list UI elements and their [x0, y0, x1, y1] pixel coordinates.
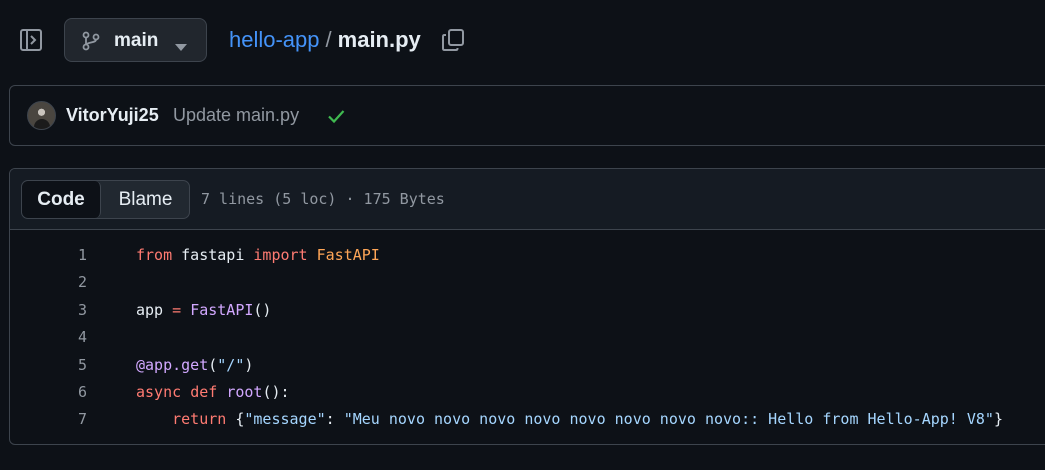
commit-message-link[interactable]: Update main.py	[173, 105, 299, 126]
code-token: "Meu novo novo novo novo novo novo novo …	[343, 410, 994, 429]
breadcrumb-repo-link[interactable]: hello-app	[229, 27, 320, 52]
file-header: Code Blame 7 lines (5 loc) · 175 Bytes	[10, 169, 1045, 230]
file-viewer: Code Blame 7 lines (5 loc) · 175 Bytes 1…	[9, 168, 1045, 445]
code-view[interactable]: 1 from fastapi import FastAPI 2 3 app = Fast…	[10, 230, 1045, 434]
code-token: :	[325, 410, 344, 429]
branch-selector-button[interactable]: main	[64, 18, 207, 62]
copy-icon[interactable]	[441, 28, 465, 52]
code-line: 1 from fastapi import FastAPI	[10, 242, 1045, 269]
code-token: async	[136, 382, 182, 401]
tab-blame[interactable]: Blame	[101, 181, 189, 218]
line-number[interactable]: 5	[10, 352, 87, 379]
code-line: 6 async def root():	[10, 379, 1045, 406]
code-token: from	[136, 246, 173, 264]
git-branch-icon	[82, 31, 100, 51]
breadcrumb-file-name: main.py	[337, 27, 421, 52]
code-token: FastAPI	[190, 300, 254, 319]
code-token: ():	[262, 382, 290, 401]
code-token: }	[993, 410, 1003, 429]
view-mode-toggle: Code Blame	[21, 180, 190, 219]
line-number[interactable]: 3	[10, 297, 87, 324]
code-line: 5 @app.get("/")	[10, 352, 1045, 379]
tab-code[interactable]: Code	[22, 181, 101, 218]
code-line: 7 return {"message": "Meu novo novo novo…	[10, 406, 1045, 433]
avatar[interactable]	[27, 101, 56, 130]
line-number[interactable]: 1	[10, 242, 87, 269]
line-number[interactable]: 4	[10, 324, 87, 351]
latest-commit-bar: VitorYuji25 Update main.py	[9, 85, 1045, 146]
line-number[interactable]: 7	[10, 406, 87, 433]
branch-name: main	[114, 30, 159, 51]
line-code: app = FastAPI()	[136, 297, 271, 324]
code-token: )	[244, 355, 254, 374]
code-token: return	[172, 410, 227, 429]
file-info: 7 lines (5 loc) · 175 Bytes	[201, 190, 445, 208]
line-code: from fastapi import FastAPI	[136, 242, 380, 269]
code-token: root	[226, 382, 263, 401]
line-code: @app.get("/")	[136, 352, 253, 379]
file-navigation-bar: main hello-app / main.py	[0, 0, 1045, 80]
line-number[interactable]: 6	[10, 379, 87, 406]
breadcrumb: hello-app / main.py	[229, 27, 421, 53]
commit-author-link[interactable]: VitorYuji25	[66, 105, 159, 126]
code-token: def	[190, 382, 218, 401]
code-token: "/"	[217, 355, 245, 374]
code-token: =	[172, 300, 182, 319]
code-token: ()	[253, 300, 272, 319]
code-line: 2	[10, 269, 1045, 296]
code-token: @app.get	[136, 355, 209, 374]
code-token: fastapi	[172, 246, 254, 264]
code-line: 3 app = FastAPI()	[10, 297, 1045, 324]
code-token: {	[226, 410, 245, 429]
line-code: async def root():	[136, 379, 290, 406]
code-token: "message"	[244, 410, 326, 429]
check-icon[interactable]	[327, 107, 345, 125]
code-token: app	[136, 300, 173, 319]
sidebar-expand-icon[interactable]	[19, 28, 43, 52]
code-token: FastAPI	[316, 246, 380, 264]
line-code: return {"message": "Meu novo novo novo n…	[136, 406, 1003, 433]
code-line: 4	[10, 324, 1045, 351]
code-token: import	[253, 246, 308, 264]
breadcrumb-separator: /	[325, 27, 332, 52]
line-number[interactable]: 2	[10, 269, 87, 296]
triangle-down-icon	[175, 38, 187, 51]
code-token: (	[208, 355, 218, 374]
